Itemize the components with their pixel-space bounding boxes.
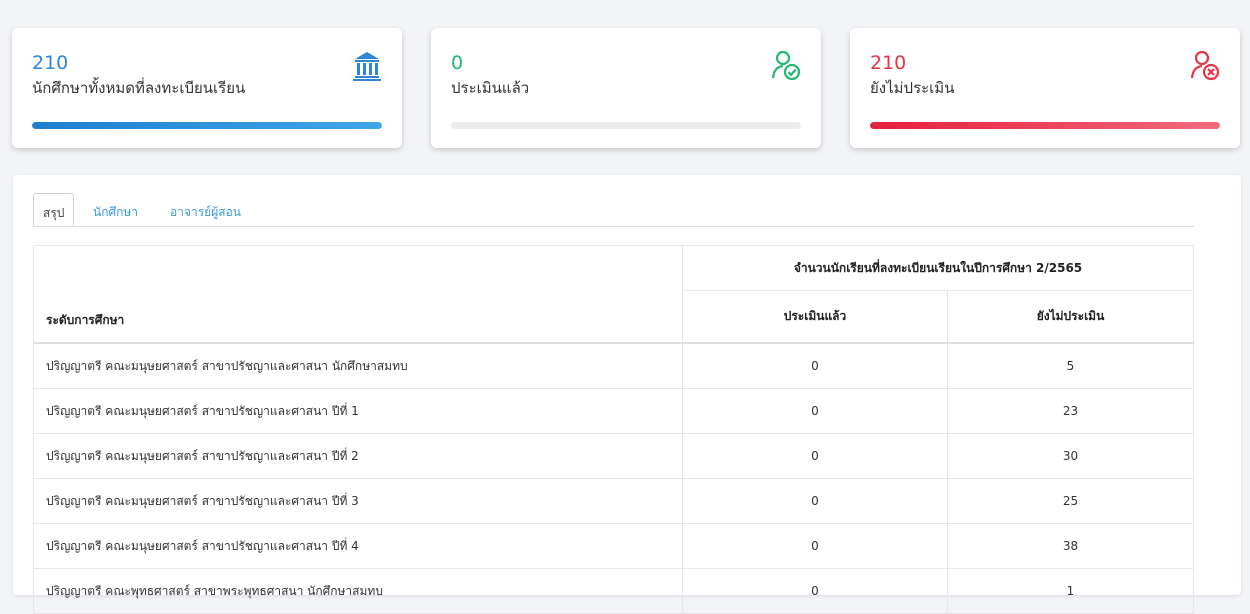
evaluated-value: 0: [451, 52, 464, 74]
evaluated-progress: [451, 122, 801, 129]
not-evaluated-label: ยังไม่ประเมิน: [870, 79, 955, 97]
row-not-evaluated: 5: [947, 342, 1194, 389]
not-evaluated-value: 210: [870, 52, 907, 74]
row-not-evaluated: 38: [947, 523, 1194, 569]
user-remove-icon: [1190, 50, 1220, 81]
row-name: ปริญญาตรี คณะมนุษยศาสตร์ สาขาปรัชญาและศา…: [33, 523, 683, 569]
row-not-evaluated: 23: [947, 388, 1194, 434]
row-name: ปริญญาตรี คณะมนุษยศาสตร์ สาขาปรัชญาและศา…: [33, 433, 683, 479]
row-name: ปริญญาตรี คณะมนุษยศาสตร์ สาขาปรัชญาและศา…: [33, 342, 683, 389]
row-not-evaluated: 1: [947, 568, 1194, 614]
table-row: ปริญญาตรี คณะมนุษยศาสตร์ สาขาปรัชญาและศา…: [33, 342, 1194, 389]
table-row: ปริญญาตรี คณะมนุษยศาสตร์ สาขาปรัชญาและศา…: [33, 523, 1194, 569]
total-registered-progress: [32, 122, 382, 129]
header-evaluated: ประเมินแล้ว: [682, 290, 948, 344]
header-registration-group: จำนวนนักเรียนที่ลงทะเบียนเรียนในปีการศึก…: [682, 244, 1194, 292]
tab-bar: สรุป นักศึกษา อาจารย์ผู้สอน: [33, 193, 1194, 227]
row-evaluated: 0: [682, 433, 948, 479]
row-evaluated: 0: [682, 478, 948, 524]
tab-summary[interactable]: สรุป: [33, 193, 75, 226]
evaluated-label: ประเมินแล้ว: [451, 79, 530, 97]
bank-icon: [353, 52, 381, 81]
not-evaluated-progress-fill: [870, 122, 1220, 129]
table-row: ปริญญาตรี คณะมนุษยศาสตร์ สาขาปรัชญาและศา…: [33, 478, 1194, 524]
row-evaluated: 0: [682, 523, 948, 569]
header-education-level: ระดับการศึกษา: [33, 245, 683, 344]
table-row: ปริญญาตรี คณะมนุษยศาสตร์ สาขาปรัชญาและศา…: [33, 433, 1194, 479]
row-name: ปริญญาตรี คณะมนุษยศาสตร์ สาขาปรัชญาและศา…: [33, 478, 683, 524]
header-not-evaluated: ยังไม่ประเมิน: [947, 290, 1194, 344]
card-evaluated: 0 ประเมินแล้ว: [431, 28, 821, 148]
total-registered-label: นักศึกษาทั้งหมดที่ลงทะเบียนเรียน: [32, 79, 246, 97]
table-row: ปริญญาตรี คณะพุทธศาสตร์ สาขาพระพุทธศาสนา…: [33, 568, 1194, 614]
user-check-icon: [771, 50, 801, 81]
row-not-evaluated: 25: [947, 478, 1194, 524]
card-not-evaluated: 210 ยังไม่ประเมิน: [850, 28, 1240, 148]
row-name: ปริญญาตรี คณะมนุษยศาสตร์ สาขาปรัชญาและศา…: [33, 388, 683, 434]
row-name: ปริญญาตรี คณะพุทธศาสตร์ สาขาพระพุทธศาสนา…: [33, 568, 683, 614]
row-not-evaluated: 30: [947, 433, 1194, 479]
summary-panel: สรุป นักศึกษา อาจารย์ผู้สอน ระดับการศึกษ…: [13, 175, 1241, 614]
table-row: ปริญญาตรี คณะมนุษยศาสตร์ สาขาปรัชญาและศา…: [33, 388, 1194, 434]
card-total-registered: 210 นักศึกษาทั้งหมดที่ลงทะเบียนเรียน: [12, 28, 402, 148]
summary-table: ระดับการศึกษา จำนวนนักเรียนที่ลงทะเบียนเ…: [33, 244, 1194, 614]
row-evaluated: 0: [682, 388, 948, 434]
total-registered-progress-fill: [32, 122, 382, 129]
tab-instructors[interactable]: อาจารย์ผู้สอน: [170, 203, 241, 222]
total-registered-value: 210: [32, 52, 69, 74]
summary-cards: 210 นักศึกษาทั้งหมดที่ลงทะเบียนเรียน 0 ป…: [12, 28, 1240, 150]
tab-students[interactable]: นักศึกษา: [93, 203, 138, 222]
not-evaluated-progress: [870, 122, 1220, 129]
row-evaluated: 0: [682, 342, 948, 389]
row-evaluated: 0: [682, 568, 948, 614]
